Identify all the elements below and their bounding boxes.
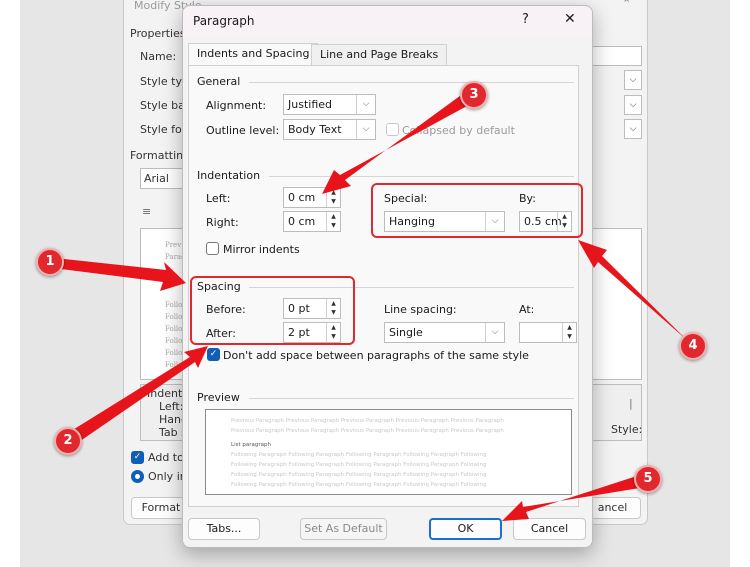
arrow-4	[578, 240, 698, 351]
arrow-3	[322, 90, 478, 194]
arrow-2	[63, 346, 208, 446]
annotation-badge-2: 2	[54, 427, 82, 455]
screen: Modify Style ⌃ Properties Name: Style ty…	[0, 0, 750, 567]
annotation-badge-4: 4	[679, 332, 707, 360]
arrow-5	[502, 474, 652, 521]
annotation-badge-3: 3	[460, 81, 488, 109]
annotation-badge-1: 1	[36, 248, 64, 276]
arrow-1	[53, 258, 186, 291]
annotation-badge-5: 5	[634, 465, 662, 493]
